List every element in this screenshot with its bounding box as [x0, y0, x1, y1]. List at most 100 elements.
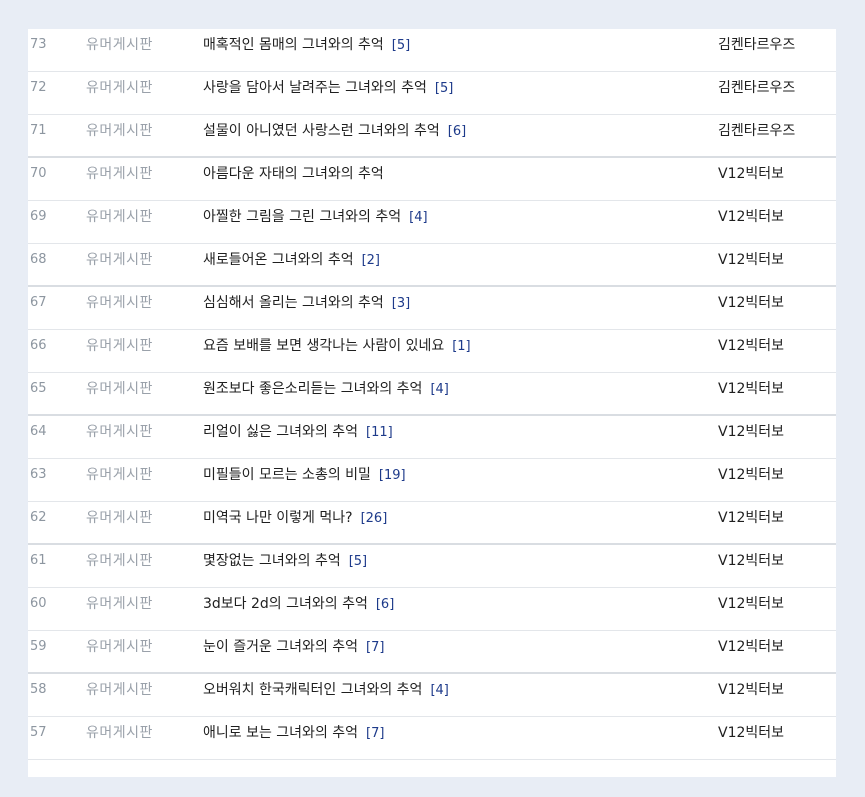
post-board-name: 유머게시판: [86, 295, 153, 311]
comment-count[interactable]: [4]: [409, 210, 427, 225]
post-number: 72: [30, 80, 47, 95]
post-board-name: 유머게시판: [86, 37, 153, 53]
post-row[interactable]: 69 유머게시판 아찔한 그림을 그린 그녀와의 추억 [4] V12빅터보: [28, 201, 836, 244]
comment-count[interactable]: [6]: [376, 597, 394, 612]
post-board-name: 유머게시판: [86, 424, 153, 440]
post-board-name: 유머게시판: [86, 123, 153, 139]
comment-count[interactable]: [4]: [430, 382, 448, 397]
post-row[interactable]: 72 유머게시판 사랑을 담아서 날려주는 그녀와의 추억 [5] 김켄타르우즈: [28, 72, 836, 115]
post-row[interactable]: 68 유머게시판 새로들어온 그녀와의 추억 [2] V12빅터보: [28, 244, 836, 287]
post-number: 66: [30, 338, 47, 353]
comment-count[interactable]: [1]: [452, 339, 470, 354]
post-row[interactable]: 64 유머게시판 리얼이 싫은 그녀와의 추억 [11] V12빅터보: [28, 416, 836, 459]
post-title-link[interactable]: 몇장없는 그녀와의 추억: [203, 553, 341, 569]
post-number: 59: [30, 639, 47, 654]
post-board-name: 유머게시판: [86, 209, 153, 225]
comment-count[interactable]: [19]: [379, 468, 406, 483]
post-title-cell: 설물이 아니였던 사랑스런 그녀와의 추억 [6]: [203, 115, 703, 148]
comment-count[interactable]: [5]: [349, 554, 367, 569]
post-row[interactable]: 66 유머게시판 요즘 보배를 보면 생각나는 사람이 있네요 [1] V12빅터보: [28, 330, 836, 373]
post-board-name: 유머게시판: [86, 596, 153, 612]
comment-count[interactable]: [4]: [430, 683, 448, 698]
post-title-link[interactable]: 애니로 보는 그녀와의 추억: [203, 725, 358, 741]
comment-count[interactable]: [7]: [366, 640, 384, 655]
post-title-cell: 애니로 보는 그녀와의 추억 [7]: [203, 717, 703, 750]
post-title-cell: 미역국 나만 이렇게 먹나? [26]: [203, 502, 703, 535]
post-number: 57: [30, 725, 47, 740]
post-board-name: 유머게시판: [86, 725, 153, 741]
post-title-link[interactable]: 눈이 즐거운 그녀와의 추억: [203, 639, 358, 655]
post-title-link[interactable]: 심심해서 올리는 그녀와의 추억: [203, 295, 384, 311]
post-number: 69: [30, 209, 47, 224]
post-title-link[interactable]: 사랑을 담아서 날려주는 그녀와의 추억: [203, 80, 427, 96]
post-author[interactable]: 김켄타르우즈: [718, 29, 795, 61]
post-title-cell: 몇장없는 그녀와의 추억 [5]: [203, 545, 703, 578]
post-title-link[interactable]: 3d보다 2d의 그녀와의 추억: [203, 596, 368, 612]
post-author[interactable]: V12빅터보: [718, 244, 784, 276]
post-author[interactable]: V12빅터보: [718, 416, 784, 448]
post-author[interactable]: V12빅터보: [718, 717, 784, 749]
post-author[interactable]: V12빅터보: [718, 545, 784, 577]
post-row[interactable]: 62 유머게시판 미역국 나만 이렇게 먹나? [26] V12빅터보: [28, 502, 836, 545]
post-title-link[interactable]: 원조보다 좋은소리듣는 그녀와의 추억: [203, 381, 422, 397]
post-author[interactable]: V12빅터보: [718, 287, 784, 319]
post-title-cell: 요즘 보배를 보면 생각나는 사람이 있네요 [1]: [203, 330, 703, 363]
post-row[interactable]: 63 유머게시판 미필들이 모르는 소총의 비밀 [19] V12빅터보: [28, 459, 836, 502]
post-author[interactable]: V12빅터보: [718, 674, 784, 706]
post-author[interactable]: V12빅터보: [718, 330, 784, 362]
post-author[interactable]: V12빅터보: [718, 373, 784, 405]
post-title-cell: 사랑을 담아서 날려주는 그녀와의 추억 [5]: [203, 72, 703, 105]
post-row[interactable]: 58 유머게시판 오버워치 한국캐릭터인 그녀와의 추억 [4] V12빅터보: [28, 674, 836, 717]
post-row[interactable]: 70 유머게시판 아름다운 자태의 그녀와의 추억 V12빅터보: [28, 158, 836, 201]
post-row[interactable]: 61 유머게시판 몇장없는 그녀와의 추억 [5] V12빅터보: [28, 545, 836, 588]
post-row[interactable]: 65 유머게시판 원조보다 좋은소리듣는 그녀와의 추억 [4] V12빅터보: [28, 373, 836, 416]
comment-count[interactable]: [7]: [366, 726, 384, 741]
comment-count[interactable]: [26]: [361, 511, 388, 526]
comment-count[interactable]: [3]: [392, 296, 410, 311]
comment-count[interactable]: [2]: [362, 253, 380, 268]
post-number: 73: [30, 37, 47, 52]
post-number: 61: [30, 553, 47, 568]
post-row[interactable]: 73 유머게시판 매혹적인 몸매의 그녀와의 추억 [5] 김켄타르우즈: [28, 29, 836, 72]
post-author[interactable]: V12빅터보: [718, 201, 784, 233]
post-title-link[interactable]: 요즘 보배를 보면 생각나는 사람이 있네요: [203, 338, 444, 354]
post-author[interactable]: V12빅터보: [718, 459, 784, 491]
post-author[interactable]: V12빅터보: [718, 588, 784, 620]
comment-count[interactable]: [5]: [435, 81, 453, 96]
post-row[interactable]: 67 유머게시판 심심해서 올리는 그녀와의 추억 [3] V12빅터보: [28, 287, 836, 330]
post-board-name: 유머게시판: [86, 682, 153, 698]
post-author[interactable]: V12빅터보: [718, 502, 784, 534]
comment-count[interactable]: [6]: [448, 124, 466, 139]
post-row[interactable]: 71 유머게시판 설물이 아니였던 사랑스런 그녀와의 추억 [6] 김켄타르우즈: [28, 115, 836, 158]
post-list: 73 유머게시판 매혹적인 몸매의 그녀와의 추억 [5] 김켄타르우즈 72 유머게시판 사…: [28, 29, 836, 760]
post-title-link[interactable]: 새로들어온 그녀와의 추억: [203, 252, 354, 268]
post-number: 62: [30, 510, 47, 525]
post-row[interactable]: 59 유머게시판 눈이 즐거운 그녀와의 추억 [7] V12빅터보: [28, 631, 836, 674]
post-author[interactable]: V12빅터보: [718, 631, 784, 663]
post-title-link[interactable]: 설물이 아니였던 사랑스런 그녀와의 추억: [203, 123, 440, 139]
post-number: 58: [30, 682, 47, 697]
post-board-name: 유머게시판: [86, 166, 153, 182]
post-title-link[interactable]: 아찔한 그림을 그린 그녀와의 추억: [203, 209, 401, 225]
post-title-cell: 눈이 즐거운 그녀와의 추억 [7]: [203, 631, 703, 664]
post-board-name: 유머게시판: [86, 80, 153, 96]
comment-count[interactable]: [5]: [392, 38, 410, 53]
post-title-link[interactable]: 미필들이 모르는 소총의 비밀: [203, 467, 371, 483]
comment-count[interactable]: [11]: [366, 425, 393, 440]
post-board-name: 유머게시판: [86, 510, 153, 526]
post-title-cell: 심심해서 올리는 그녀와의 추억 [3]: [203, 287, 703, 320]
post-title-link[interactable]: 매혹적인 몸매의 그녀와의 추억: [203, 37, 384, 53]
post-title-link[interactable]: 아름다운 자태의 그녀와의 추억: [203, 166, 384, 182]
post-author[interactable]: 김켄타르우즈: [718, 72, 795, 104]
post-author[interactable]: V12빅터보: [718, 158, 784, 190]
post-row[interactable]: 60 유머게시판 3d보다 2d의 그녀와의 추억 [6] V12빅터보: [28, 588, 836, 631]
post-board-name: 유머게시판: [86, 467, 153, 483]
post-author[interactable]: 김켄타르우즈: [718, 115, 795, 147]
post-title-link[interactable]: 오버워치 한국캐릭터인 그녀와의 추억: [203, 682, 422, 698]
post-title-cell: 아름다운 자태의 그녀와의 추억: [203, 158, 703, 190]
post-title-cell: 아찔한 그림을 그린 그녀와의 추억 [4]: [203, 201, 703, 234]
post-title-link[interactable]: 미역국 나만 이렇게 먹나?: [203, 510, 353, 526]
post-title-link[interactable]: 리얼이 싫은 그녀와의 추억: [203, 424, 358, 440]
post-title-cell: 원조보다 좋은소리듣는 그녀와의 추억 [4]: [203, 373, 703, 406]
post-row[interactable]: 57 유머게시판 애니로 보는 그녀와의 추억 [7] V12빅터보: [28, 717, 836, 760]
